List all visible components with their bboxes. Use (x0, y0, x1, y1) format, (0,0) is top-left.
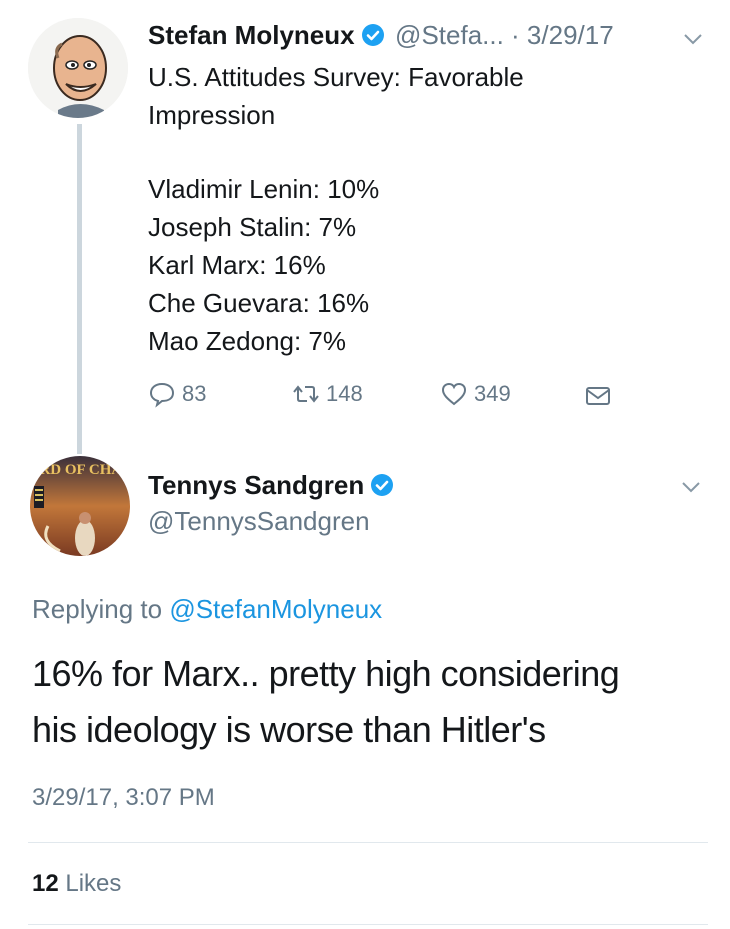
verified-badge-icon (370, 473, 394, 497)
replying-to: Replying to @StefanMolyneux (32, 594, 382, 625)
survey-line: Vladimir Lenin: 10% (148, 174, 380, 204)
tweet-timestamp[interactable]: 3/29/17, 3:07 PM (32, 784, 215, 812)
avatar-stefan[interactable] (28, 18, 128, 118)
direct-message-button[interactable] (584, 382, 612, 410)
tweet1-header: Stefan Molyneux @Stefa... · 3/29/17 (148, 20, 614, 51)
reply-icon (149, 382, 175, 408)
retweet-icon (293, 385, 319, 403)
survey-line: Karl Marx: 16% (148, 250, 326, 280)
avatar-book-title: LORD OF CHAOS (30, 462, 130, 478)
message-icon (586, 387, 610, 405)
handle-and-date[interactable]: @Stefa... · 3/29/17 (395, 20, 614, 50)
author-name[interactable]: Stefan Molyneux (148, 20, 355, 50)
tweet2-author: Tennys Sandgren (148, 470, 394, 501)
divider (28, 842, 708, 843)
survey-line: Joseph Stalin: 7% (148, 212, 357, 242)
chevron-down-icon[interactable] (680, 476, 702, 503)
author-handle[interactable]: @TennysSandgren (148, 506, 370, 537)
chevron-down-icon[interactable] (682, 28, 704, 55)
avatar-tennys[interactable]: LORD OF CHAOS (30, 456, 130, 556)
caricature-avatar-image (28, 18, 128, 118)
retweet-button[interactable]: 148 (292, 380, 363, 408)
thread-connector-line (77, 124, 82, 454)
tweet1-title: U.S. Attitudes Survey: Favorable Impress… (148, 62, 524, 130)
survey-results-list: Vladimir Lenin: 10% Joseph Stalin: 7% Ka… (148, 170, 379, 360)
divider (28, 924, 708, 925)
reply-count: 83 (182, 381, 207, 406)
survey-line: Mao Zedong: 7% (148, 326, 347, 356)
like-button[interactable]: 349 (440, 380, 511, 408)
likes-summary[interactable]: 12 Likes (32, 870, 121, 898)
verified-badge-icon (361, 23, 385, 47)
retweet-count: 148 (326, 381, 363, 406)
author-name[interactable]: Tennys Sandgren (148, 470, 364, 500)
reply-tweet-text: 16% for Marx.. pretty high considering h… (32, 653, 620, 750)
replying-to-link[interactable]: @StefanMolyneux (169, 594, 382, 624)
like-count: 349 (474, 381, 511, 406)
reply-button[interactable]: 83 (148, 380, 206, 408)
likes-count: 12 (32, 870, 59, 897)
likes-label: Likes (65, 870, 122, 897)
replying-to-prefix: Replying to (32, 594, 170, 624)
survey-line: Che Guevara: 16% (148, 288, 370, 318)
book-cover-avatar-image: LORD OF CHAOS (30, 456, 130, 556)
heart-icon (441, 382, 467, 406)
